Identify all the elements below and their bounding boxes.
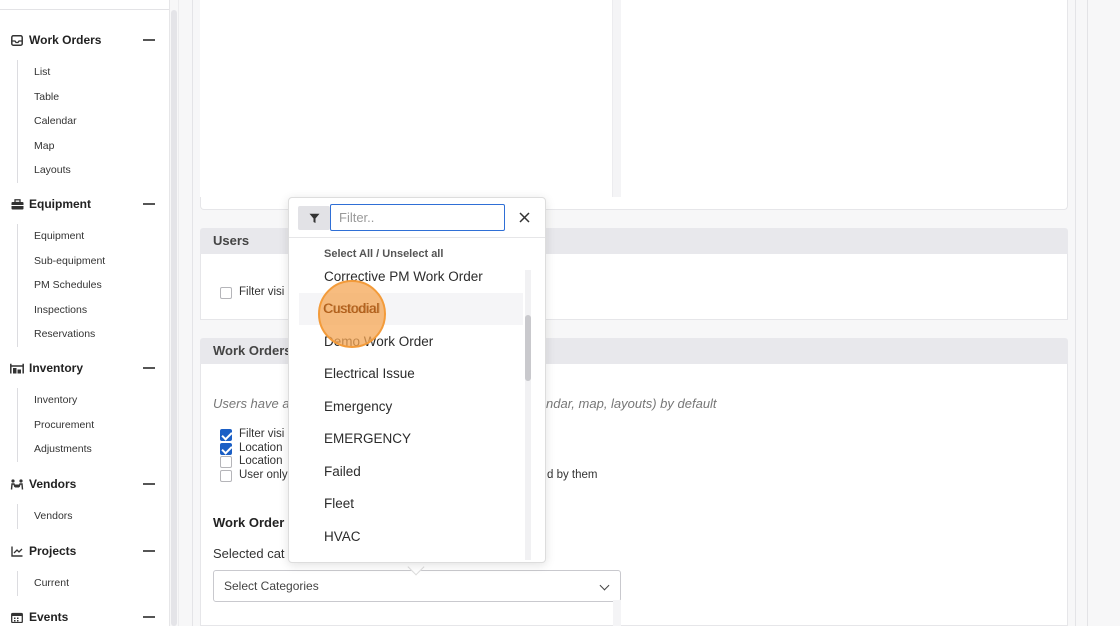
sidebar-subitems-inventory: Inventory Procurement Adjustments — [17, 388, 94, 462]
filter-icon[interactable] — [298, 206, 330, 230]
users-checkbox-label: Filter visi — [239, 286, 285, 298]
sidebar-section-equipment[interactable]: Equipment — [10, 194, 160, 214]
sidebar-item-calendar[interactable]: Calendar — [18, 109, 77, 134]
sidebar-section-projects[interactable]: Projects — [10, 541, 160, 561]
work-orders-description-tail: ndar, map, layouts) by default — [546, 396, 717, 411]
dropdown-option[interactable]: Emergency — [299, 391, 523, 423]
sidebar-item-pm-schedules[interactable]: PM Schedules — [18, 273, 105, 298]
sidebar-section-label: Inventory — [29, 361, 84, 375]
dropdown-option[interactable]: Corrective PM Work Order — [299, 261, 523, 283]
sidebar-section-vendors[interactable]: Vendors — [10, 474, 160, 494]
top-panel-left-column — [200, 0, 613, 197]
sidebar-item-current[interactable]: Current — [18, 571, 69, 596]
wo-checkbox-label: User only — [239, 469, 288, 481]
sidebar-section-events[interactable]: Events — [10, 607, 160, 626]
select-all-toggle[interactable]: Select All / Unselect all — [324, 248, 443, 260]
wo-user-only-checkbox[interactable] — [220, 470, 232, 482]
sidebar-item-adjustments[interactable]: Adjustments — [18, 437, 94, 462]
sidebar-section-inventory[interactable]: Inventory — [10, 358, 160, 378]
work-orders-description: Users have a — [213, 396, 290, 411]
sidebar-section-label: Projects — [29, 544, 77, 558]
sidebar-section-label: Vendors — [29, 477, 77, 491]
sidebar-subitems-projects: Current — [17, 571, 69, 596]
sidebar-scroll-track — [178, 0, 179, 626]
chevron-down-icon — [599, 580, 610, 591]
dropdown-option[interactable]: Fleet — [299, 488, 523, 520]
collapse-icon[interactable] — [143, 550, 155, 552]
sidebar-scrollbar[interactable] — [171, 10, 177, 626]
collapse-icon[interactable] — [143, 367, 155, 369]
dropdown-filter-input[interactable] — [330, 204, 505, 231]
collapse-icon[interactable] — [143, 483, 155, 485]
top-panel-divider — [613, 0, 621, 197]
sidebar-item-reservations[interactable]: Reservations — [18, 322, 105, 347]
sidebar-section-label: Work Orders — [29, 33, 102, 47]
collapse-icon[interactable] — [143, 39, 155, 41]
sidebar-item-inventory[interactable]: Inventory — [18, 388, 94, 413]
dropdown-option[interactable]: Electrical Issue — [299, 358, 523, 390]
dropdown-scrollbar[interactable] — [525, 315, 531, 381]
filter-visibility-checkbox[interactable] — [220, 287, 232, 299]
sidebar-item-table[interactable]: Table — [18, 85, 77, 110]
wo-location-2-checkbox[interactable] — [220, 456, 232, 468]
sidebar-section-label: Equipment — [29, 197, 91, 211]
sidebar-section-label: Events — [29, 610, 69, 624]
dropdown-header — [289, 198, 545, 238]
sidebar-item-procurement[interactable]: Procurement — [18, 413, 94, 438]
sidebar-subitems-vendors: Vendors — [17, 504, 73, 529]
sidebar-item-sub-equipment[interactable]: Sub-equipment — [18, 249, 105, 274]
sidebar-divider — [0, 9, 169, 10]
sidebar-item-list[interactable]: List — [18, 60, 77, 85]
wo-filter-visibility-checkbox[interactable] — [220, 429, 232, 441]
sidebar: Work Orders List Table Calendar Map Layo… — [0, 0, 170, 626]
bottom-divider — [613, 600, 621, 626]
people-carry-icon — [10, 477, 24, 491]
wo-checkbox-label: Filter visi — [239, 428, 285, 440]
collapse-icon[interactable] — [143, 616, 155, 618]
page-scroll-track — [1087, 0, 1088, 626]
inbox-icon — [10, 33, 24, 47]
wo-location-checkbox[interactable] — [220, 443, 232, 455]
dropdown-option[interactable]: HVAC — [299, 521, 523, 553]
close-icon[interactable] — [515, 208, 533, 226]
sidebar-subitems-work-orders: List Table Calendar Map Layouts — [17, 60, 77, 183]
warehouse-icon — [10, 361, 24, 375]
sidebar-item-layouts[interactable]: Layouts — [18, 158, 77, 183]
sidebar-item-inspections[interactable]: Inspections — [18, 298, 105, 323]
sidebar-subitems-equipment: Equipment Sub-equipment PM Schedules Ins… — [17, 224, 105, 347]
sidebar-item-equipment[interactable]: Equipment — [18, 224, 105, 249]
collapse-icon[interactable] — [143, 203, 155, 205]
chart-icon — [10, 544, 24, 558]
wo-user-only-tail: d by them — [547, 469, 598, 481]
toolbox-icon — [10, 197, 24, 211]
sidebar-item-vendors[interactable]: Vendors — [18, 504, 73, 529]
selected-categories-label: Selected cat — [213, 546, 285, 561]
dropdown-scroll-track — [525, 270, 531, 560]
category-dropdown-panel: Select All / Unselect all Corrective PM … — [288, 197, 546, 563]
work-order-subheading: Work Order — [213, 515, 285, 530]
sidebar-section-work-orders[interactable]: Work Orders — [10, 30, 160, 50]
dropdown-option[interactable]: Failed — [299, 456, 523, 488]
sidebar-item-map[interactable]: Map — [18, 134, 77, 159]
select-categories-placeholder: Select Categories — [224, 579, 319, 593]
wo-checkbox-label: Location — [239, 455, 283, 467]
select-categories-dropdown[interactable]: Select Categories — [213, 570, 621, 602]
dropdown-option[interactable]: EMERGENCY — [299, 423, 523, 455]
calendar-icon — [10, 610, 24, 624]
dropdown-option-hovered-label[interactable]: Custodial — [323, 300, 379, 318]
wo-checkbox-label: Location — [239, 442, 283, 454]
